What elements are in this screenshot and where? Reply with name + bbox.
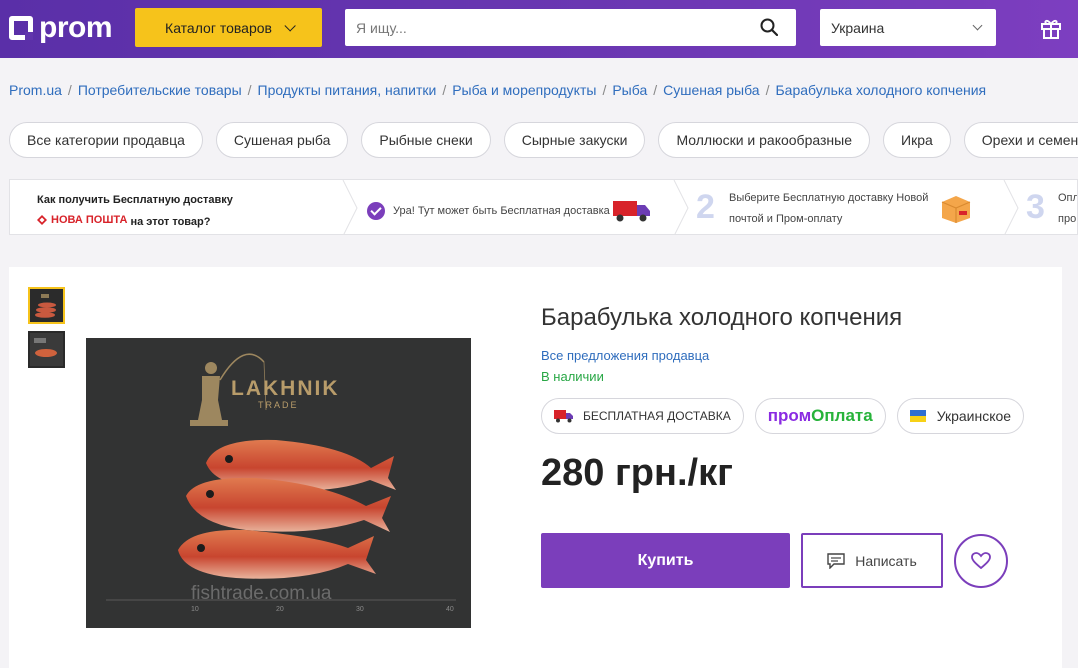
breadcrumb-link[interactable]: Prom.ua bbox=[9, 82, 62, 98]
breadcrumb-link[interactable]: Продукты питания, напитки bbox=[258, 82, 437, 98]
region-value: Украина bbox=[831, 19, 885, 36]
step-number: 2 bbox=[696, 188, 715, 226]
origin-badge[interactable]: Украинское bbox=[896, 398, 1025, 434]
product-thumbnail[interactable] bbox=[28, 287, 65, 324]
delivery-truck-icon bbox=[612, 201, 650, 222]
product-title: Барабулька холодного копчения bbox=[541, 304, 903, 331]
search-input[interactable] bbox=[345, 9, 745, 46]
delivery-step-1: Ура! Тут может быть Бесплатная доставка bbox=[367, 198, 652, 224]
category-pill[interactable]: Рыбные снеки bbox=[361, 122, 491, 158]
ruler-label: 20 bbox=[276, 606, 284, 613]
product-price: 280 грн./кг bbox=[541, 452, 733, 494]
breadcrumb-link[interactable]: Барабулька холодного копчения bbox=[775, 82, 986, 98]
favorite-button[interactable] bbox=[954, 534, 1008, 588]
catalog-button-label: Каталог товаров bbox=[165, 19, 272, 36]
logo-text: prom bbox=[39, 11, 113, 44]
category-pill[interactable]: Орехи и семена bbox=[963, 122, 1078, 158]
nova-poshta-icon bbox=[37, 215, 47, 225]
image-watermark: fishtrade.com.ua bbox=[191, 583, 332, 604]
free-delivery-badge[interactable]: БЕСПЛАТНАЯ ДОСТАВКА bbox=[541, 398, 744, 434]
image-brand-text: LAKHNIK bbox=[231, 377, 340, 400]
ukraine-flag-icon bbox=[909, 410, 926, 422]
search-box bbox=[345, 9, 796, 46]
write-seller-button[interactable]: Написать bbox=[801, 533, 943, 588]
message-icon bbox=[827, 552, 845, 569]
step-number: 3 bbox=[1026, 188, 1045, 226]
chevron-down-icon bbox=[284, 19, 296, 32]
category-pill[interactable]: Моллюски и ракообразные bbox=[658, 122, 870, 158]
breadcrumb-link[interactable]: Потребительские товары bbox=[78, 82, 242, 98]
logo-mark-icon bbox=[9, 16, 33, 40]
chevron-divider-icon bbox=[342, 180, 358, 234]
product-main-image[interactable]: LAKHNIK TRADE 10 20 30 40 fishtrade.com.… bbox=[86, 338, 471, 628]
delivery-step-3: Опл про bbox=[1058, 192, 1078, 225]
search-icon[interactable] bbox=[760, 18, 778, 36]
ruler-label: 40 bbox=[446, 606, 454, 613]
chevron-down-icon bbox=[972, 20, 983, 31]
chevron-divider-icon bbox=[1003, 180, 1019, 234]
delivery-truck-icon bbox=[554, 410, 573, 423]
breadcrumb-link[interactable]: Рыба и морепродукты bbox=[452, 82, 596, 98]
delivery-step-2: Выберите Бесплатную доставку Новой почто… bbox=[729, 192, 929, 225]
region-select[interactable]: Украина bbox=[820, 9, 996, 46]
category-pill[interactable]: Сушеная рыба bbox=[215, 122, 349, 158]
category-pill[interactable]: Сырные закуски bbox=[503, 122, 646, 158]
delivery-question: Как получить Бесплатную доставку НОВА ПО… bbox=[37, 194, 233, 230]
breadcrumb-link[interactable]: Рыба bbox=[612, 82, 647, 98]
ruler-label: 10 bbox=[191, 606, 199, 613]
free-delivery-banner: Как получить Бесплатную доставку НОВА ПО… bbox=[9, 179, 1078, 235]
stock-status: В наличии bbox=[541, 369, 604, 384]
category-pill[interactable]: Все категории продавца bbox=[9, 122, 203, 158]
catalog-button[interactable]: Каталог товаров bbox=[135, 8, 322, 47]
chevron-divider-icon bbox=[673, 180, 689, 234]
image-brand-subtext: TRADE bbox=[258, 400, 299, 410]
buy-button[interactable]: Купить bbox=[541, 533, 790, 588]
parcel-box-icon bbox=[941, 196, 971, 223]
prom-payment-badge[interactable]: пром Оплата bbox=[754, 398, 886, 434]
thumbnail-image bbox=[30, 289, 63, 322]
top-header: prom Каталог товаров Украина bbox=[0, 0, 1078, 58]
heart-icon bbox=[971, 552, 991, 570]
breadcrumb: Prom.ua / Потребительские товары / Продукты … bbox=[9, 82, 987, 98]
gift-icon[interactable] bbox=[1040, 17, 1062, 39]
product-thumbnail[interactable] bbox=[28, 331, 65, 368]
category-pill[interactable]: Икра bbox=[883, 122, 951, 158]
nova-poshta-logo: НОВА ПОШТА bbox=[37, 210, 127, 230]
product-badges: БЕСПЛАТНАЯ ДОСТАВКА пром Оплата Украинско… bbox=[541, 398, 1025, 434]
thumbnail-image bbox=[30, 333, 63, 366]
seller-categories: Все категории продавца Сушеная рыба Рыбн… bbox=[9, 122, 1078, 158]
seller-offers-link[interactable]: Все предложения продавца bbox=[541, 348, 709, 363]
breadcrumb-link[interactable]: Сушеная рыба bbox=[663, 82, 759, 98]
ruler-label: 30 bbox=[356, 606, 364, 613]
prom-logo[interactable]: prom bbox=[9, 11, 113, 44]
check-icon bbox=[367, 202, 385, 220]
